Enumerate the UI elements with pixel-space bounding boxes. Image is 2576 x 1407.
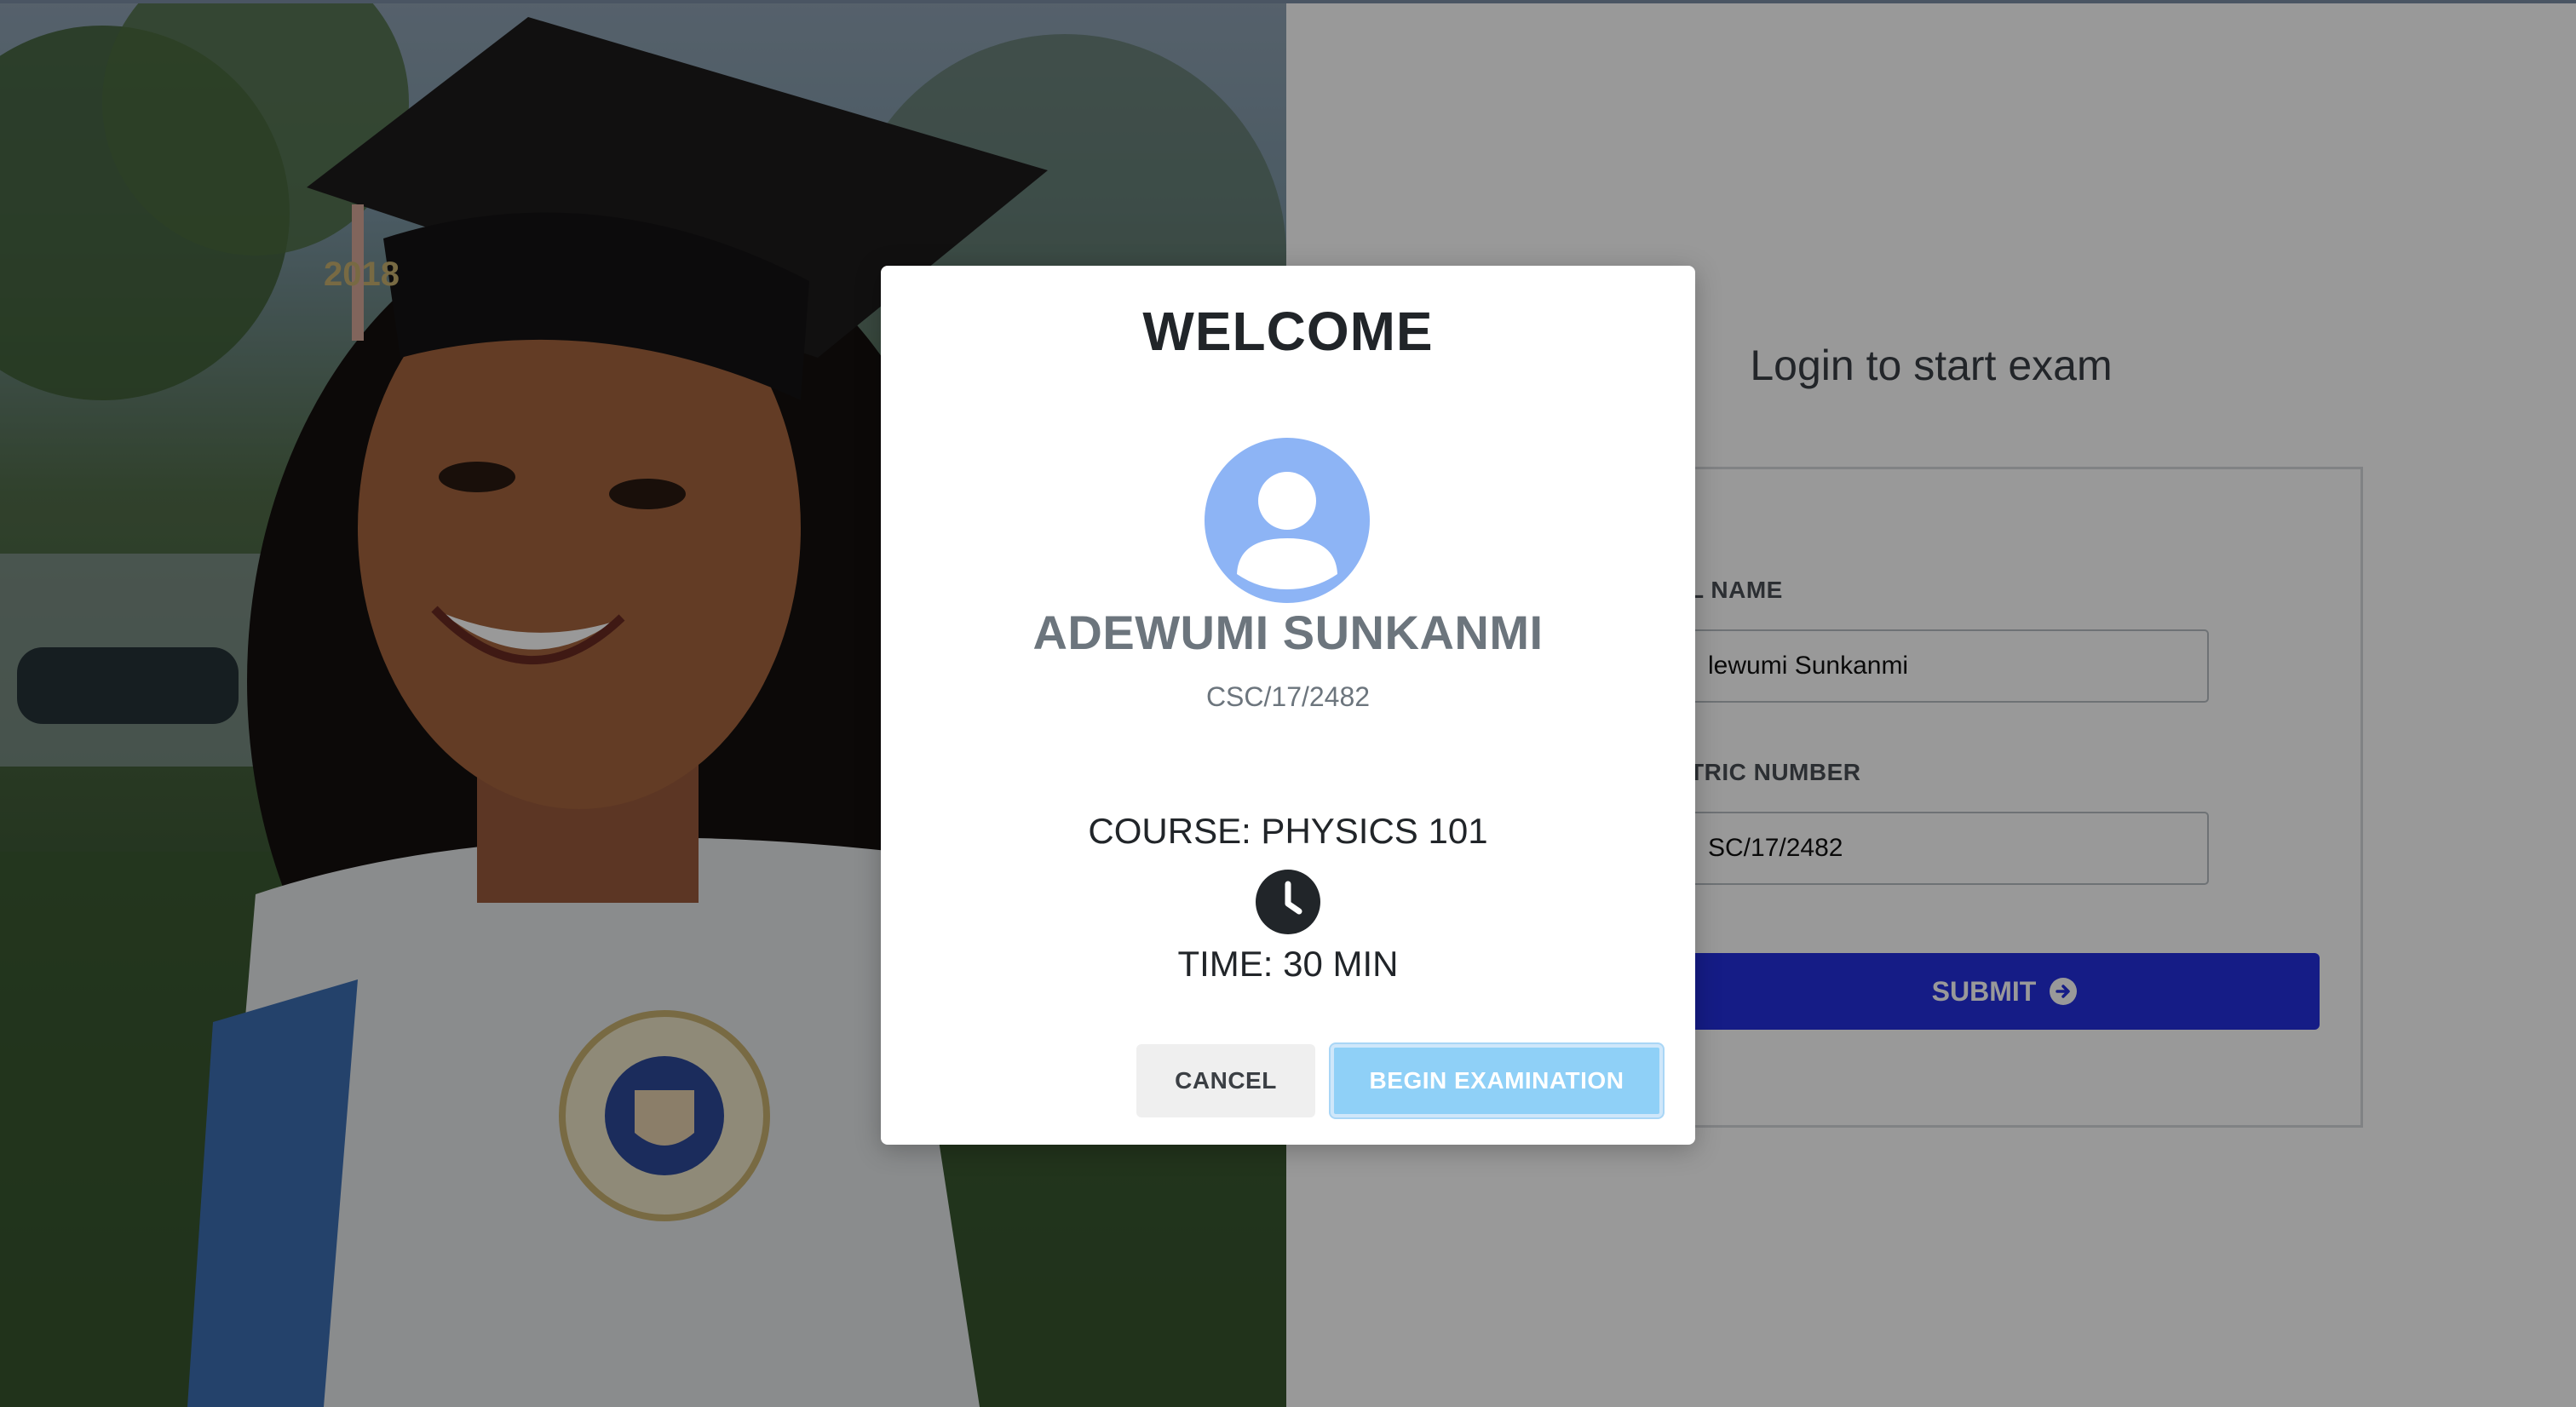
window-top-border — [0, 0, 2576, 3]
matric-number: CSC/17/2482 — [1205, 681, 1371, 712]
welcome-modal: WELCOME ADEWUMI SUNKANMI CSC/17/2482 COU… — [881, 266, 1695, 1145]
modal-title: WELCOME — [1142, 301, 1434, 362]
clock-icon — [1255, 869, 1321, 935]
begin-examination-button[interactable]: BEGIN EXAMINATION — [1331, 1044, 1663, 1117]
exam-duration: TIME: 30 MIN — [1177, 944, 1399, 984]
cancel-button[interactable]: CANCEL — [1136, 1044, 1315, 1117]
user-avatar-icon — [1205, 438, 1370, 603]
course-label: COURSE: PHYSICS 101 — [1088, 811, 1488, 851]
student-name: ADEWUMI SUNKANMI — [1032, 606, 1544, 659]
